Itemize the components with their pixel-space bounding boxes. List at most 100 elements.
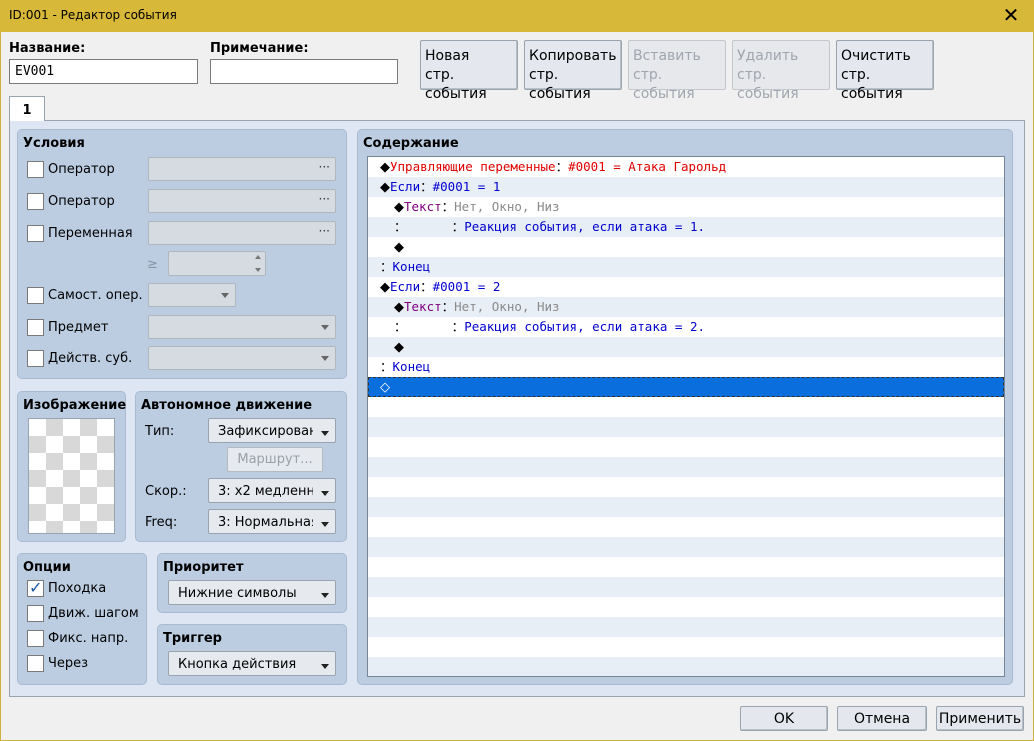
command-marker-icon: ◆ [394, 300, 404, 315]
command-row[interactable]: ◆ [368, 237, 1004, 257]
condition-item-dropdown[interactable] [148, 315, 336, 339]
condition-actor-checkbox[interactable] [27, 350, 44, 367]
name-label: Название: [9, 41, 86, 56]
condition-switch2-label: Оператор [48, 194, 115, 209]
condition-variable-label: Переменная [48, 226, 133, 241]
condition-switch2-selector[interactable]: ··· [148, 189, 336, 213]
command-row-empty[interactable] [368, 557, 1004, 577]
spin-up-icon[interactable] [255, 255, 261, 259]
command-row-empty[interactable] [368, 397, 1004, 417]
command-row[interactable]: ：Конец [368, 257, 1004, 277]
command-text: ： [420, 279, 433, 294]
cancel-button[interactable]: Отмена [837, 706, 927, 731]
command-text: Если [390, 179, 421, 194]
new-page-button-line2: стр. события [425, 67, 487, 102]
movement-speed-dropdown[interactable]: 3: x2 медленнее [208, 478, 336, 503]
condition-actor-dropdown[interactable] [148, 346, 336, 370]
paste-page-button-line1: Вставить [633, 48, 701, 64]
command-text: #0001 = 2 [432, 279, 501, 294]
command-row[interactable]: ： ：Реакция события, если атака = 1. [368, 217, 1004, 237]
command-text: ： [441, 299, 455, 314]
command-text: Нет, Окно, Низ [454, 299, 560, 314]
chevron-down-icon [321, 664, 329, 669]
command-row[interactable]: ◆Текст：Нет, Окно, Низ [368, 197, 1004, 217]
condition-self-switch-checkbox[interactable] [27, 287, 44, 304]
command-marker-icon: ◆ [394, 200, 404, 215]
command-row-empty[interactable] [368, 437, 1004, 457]
command-marker-icon: ◇ [380, 380, 390, 395]
option-stepping-checkbox[interactable] [27, 605, 44, 622]
event-image-preview[interactable] [28, 418, 115, 534]
name-input[interactable] [9, 59, 198, 84]
command-row[interactable]: ◆Если：#0001 = 2 [368, 277, 1004, 297]
command-text: ： [441, 199, 455, 214]
apply-button[interactable]: Применить [936, 706, 1024, 731]
command-row[interactable]: ◆Текст：Нет, Окно, Низ [368, 297, 1004, 317]
new-page-button[interactable]: Новая стр. события [420, 40, 518, 102]
command-row[interactable]: ◆Управляющие переменные：#0001 = Атака Га… [368, 157, 1004, 177]
command-row[interactable]: ◆Если：#0001 = 1 [368, 177, 1004, 197]
tab-page-1[interactable]: 1 [9, 96, 45, 121]
command-row-empty[interactable] [368, 517, 1004, 537]
command-row-empty[interactable] [368, 657, 1004, 676]
condition-switch1-checkbox[interactable] [27, 161, 44, 178]
movement-type-dropdown[interactable]: Зафиксирован [208, 418, 336, 443]
paste-page-button[interactable]: Вставить стр. события [628, 40, 726, 102]
command-marker-icon: ◆ [380, 160, 390, 175]
command-row-empty[interactable] [368, 457, 1004, 477]
command-text [407, 219, 452, 234]
chevron-down-icon [321, 325, 329, 330]
command-row-empty[interactable] [368, 417, 1004, 437]
title-bar: ID:001 - Редактор события ✕ [0, 0, 1034, 32]
command-row-empty[interactable] [368, 577, 1004, 597]
command-row-empty[interactable] [368, 497, 1004, 517]
copy-page-button-line1: Копировать [529, 48, 617, 64]
close-icon[interactable]: ✕ [998, 4, 1024, 26]
copy-page-button-line2: стр. события [529, 67, 591, 102]
command-row[interactable]: ◆ [368, 337, 1004, 357]
command-row[interactable]: ：Конец [368, 357, 1004, 377]
condition-self-switch-dropdown[interactable] [148, 283, 236, 307]
priority-dropdown[interactable]: Нижние символы [168, 580, 336, 605]
chevron-down-icon [321, 491, 329, 496]
command-row-empty[interactable] [368, 477, 1004, 497]
condition-variable-value-spinner[interactable] [168, 251, 266, 276]
option-walking-checkbox[interactable] [27, 578, 44, 597]
condition-variable-selector[interactable]: ··· [148, 221, 336, 245]
condition-switch2-checkbox[interactable] [27, 193, 44, 210]
condition-item-label: Предмет [48, 320, 109, 335]
ellipsis-icon: ··· [318, 192, 330, 206]
note-input[interactable] [210, 59, 398, 84]
option-through-checkbox[interactable] [27, 655, 44, 672]
delete-page-button[interactable]: Удалить стр. события [732, 40, 830, 102]
option-direction-fix-checkbox[interactable] [27, 630, 44, 647]
command-row-empty[interactable] [368, 537, 1004, 557]
image-title: Изображение [23, 398, 127, 413]
trigger-title: Триггер [163, 631, 222, 646]
clear-page-button[interactable]: Очистить стр. события [836, 40, 934, 102]
command-text: ： [420, 179, 433, 194]
movement-freq-dropdown[interactable]: 3: Нормальная [208, 509, 336, 534]
chevron-down-icon [321, 356, 329, 361]
command-row-empty[interactable] [368, 597, 1004, 617]
condition-switch1-selector[interactable]: ··· [148, 157, 336, 181]
movement-route-button[interactable]: Маршрут... [227, 447, 323, 472]
option-through-label: Через [48, 656, 89, 671]
condition-variable-checkbox[interactable] [27, 225, 44, 242]
spin-down-icon[interactable] [255, 268, 261, 272]
condition-item-checkbox[interactable] [27, 319, 44, 336]
event-command-list[interactable]: ◆Управляющие переменные：#0001 = Атака Га… [367, 156, 1005, 677]
option-stepping-label: Движ. шагом [48, 606, 139, 621]
command-row-empty[interactable] [368, 637, 1004, 657]
trigger-value: Кнопка действия [178, 657, 297, 672]
command-text: ： [380, 359, 393, 374]
command-row-empty[interactable] [368, 617, 1004, 637]
command-text: ： [394, 219, 407, 234]
priority-value: Нижние символы [178, 586, 297, 601]
command-text: ： [555, 159, 569, 174]
command-row[interactable]: ： ：Реакция события, если атака = 2. [368, 317, 1004, 337]
trigger-dropdown[interactable]: Кнопка действия [168, 651, 336, 676]
ok-button[interactable]: OK [740, 706, 828, 731]
copy-page-button[interactable]: Копировать стр. события [524, 40, 622, 102]
command-row-selected[interactable]: ◇ [368, 377, 1004, 397]
